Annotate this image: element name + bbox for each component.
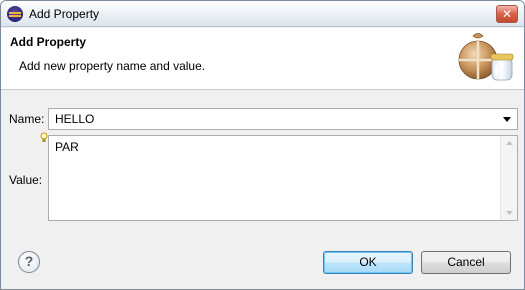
value-scrollbar[interactable] <box>500 136 517 220</box>
scroll-up-icon[interactable] <box>501 136 517 150</box>
window-title: Add Property <box>29 7 100 21</box>
name-combobox-value: HELLO <box>55 112 95 126</box>
scroll-down-icon[interactable] <box>501 206 517 220</box>
name-label: Name: <box>9 112 45 126</box>
banner-message: Add new property name and value. <box>19 59 206 73</box>
eclipse-icon <box>7 6 23 22</box>
help-icon: ? <box>24 253 34 269</box>
package-jar-icon <box>458 33 514 81</box>
name-combobox[interactable]: HELLO <box>48 108 518 130</box>
chevron-down-icon[interactable] <box>498 110 515 128</box>
help-button[interactable]: ? <box>18 251 40 273</box>
close-icon: ✕ <box>501 7 513 21</box>
add-property-dialog: Add Property ✕ Add Property Add new prop… <box>0 0 525 290</box>
value-label: Value: <box>9 173 43 187</box>
header-banner: Add Property Add new property name and v… <box>1 28 524 90</box>
lightbulb-icon[interactable] <box>40 132 48 144</box>
ok-button[interactable]: OK <box>323 251 413 274</box>
cancel-button[interactable]: Cancel <box>421 251 511 274</box>
close-button[interactable]: ✕ <box>496 5 518 23</box>
value-textarea[interactable]: PAR <box>48 135 518 221</box>
title-bar[interactable]: Add Property ✕ <box>1 1 524 27</box>
banner-title: Add Property <box>10 35 87 49</box>
value-textarea-text: PAR <box>55 140 79 154</box>
